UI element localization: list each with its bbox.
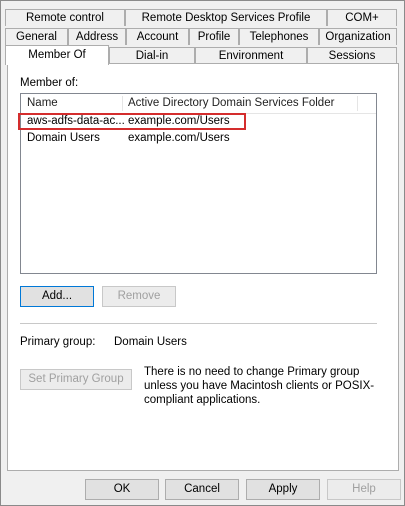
properties-dialog: Remote control Remote Desktop Services P… [0,0,405,506]
set-primary-group-button[interactable]: Set Primary Group [20,369,132,390]
primary-group-value: Domain Users [114,336,187,348]
tab-remote-control[interactable]: Remote control [5,9,125,26]
tab-organization[interactable]: Organization [319,28,397,45]
group-name: aws-adfs-data-ac... [27,115,125,127]
tab-remote-desktop-services-profile[interactable]: Remote Desktop Services Profile [125,9,327,26]
tab-address[interactable]: Address [68,28,126,45]
tab-profile[interactable]: Profile [189,28,239,45]
tab-environment[interactable]: Environment [195,47,307,64]
group-name: Domain Users [27,132,100,144]
list-item[interactable]: Domain Users example.com/Users [21,131,376,148]
member-of-list[interactable]: Name Active Directory Domain Services Fo… [20,93,377,274]
group-folder: example.com/Users [128,115,230,127]
tab-dial-in[interactable]: Dial-in [109,47,195,64]
add-button[interactable]: Add... [20,286,94,307]
column-header-name[interactable]: Name [27,97,58,109]
column-header-folder[interactable]: Active Directory Domain Services Folder [128,97,334,109]
member-of-label: Member of: [20,77,79,89]
divider [20,323,377,324]
list-header: Name Active Directory Domain Services Fo… [21,94,376,114]
help-button[interactable]: Help [327,479,401,500]
tab-account[interactable]: Account [126,28,189,45]
tab-member-of[interactable]: Member Of [5,45,109,65]
tab-telephones[interactable]: Telephones [239,28,319,45]
remove-button[interactable]: Remove [102,286,176,307]
column-separator[interactable] [357,96,358,111]
tab-com-plus[interactable]: COM+ [327,9,397,26]
tab-sessions[interactable]: Sessions [307,47,397,64]
primary-group-note: There is no need to change Primary group… [144,366,375,406]
tab-general[interactable]: General [5,28,68,45]
primary-group-label: Primary group: [20,336,96,348]
list-item[interactable]: aws-adfs-data-ac... example.com/Users [21,114,376,131]
ok-button[interactable]: OK [85,479,159,500]
column-separator[interactable] [122,96,123,111]
apply-button[interactable]: Apply [246,479,320,500]
cancel-button[interactable]: Cancel [165,479,239,500]
group-folder: example.com/Users [128,132,230,144]
